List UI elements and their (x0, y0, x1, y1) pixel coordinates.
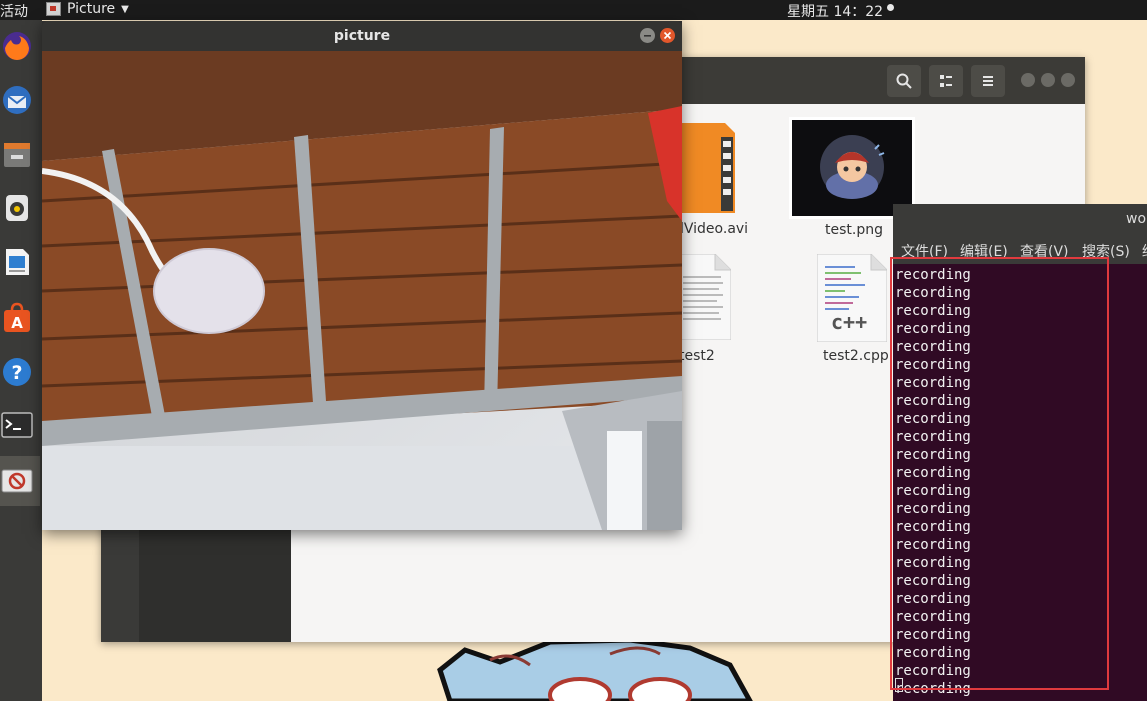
files-icon[interactable] (1, 138, 33, 170)
close-button[interactable] (660, 28, 675, 43)
dock: A ? (0, 20, 42, 701)
video-file-icon (675, 123, 735, 213)
svg-text:?: ? (11, 362, 22, 384)
minimize-icon (644, 35, 651, 37)
top-panel: 活动 Picture ▼ 星期五 14：22 (0, 0, 1147, 20)
terminal-icon[interactable] (1, 410, 33, 442)
search-button[interactable] (887, 65, 921, 97)
file-item-text[interactable]: test2 (677, 254, 757, 364)
close-button[interactable] (1061, 73, 1075, 87)
app-menu[interactable]: Picture ▼ (46, 1, 129, 17)
close-icon (663, 31, 672, 40)
hamburger-icon (983, 76, 993, 86)
firefox-icon[interactable] (1, 30, 33, 62)
app-menu-label: Picture (67, 1, 116, 17)
software-center-icon[interactable]: A (1, 302, 33, 334)
file-item-video[interactable]: dVideo.avi (675, 123, 785, 237)
maximize-button[interactable] (1041, 73, 1055, 87)
picture-window: picture (42, 21, 682, 530)
minimize-button[interactable] (1021, 73, 1035, 87)
rhythmbox-icon[interactable] (1, 192, 33, 224)
terminal-titlebar[interactable]: wo (893, 204, 1147, 235)
camera-feed-image (42, 51, 682, 530)
clock[interactable]: 星期五 14：22 (787, 1, 883, 21)
libreoffice-writer-icon[interactable] (1, 246, 33, 278)
picture-app-icon[interactable] (1, 464, 33, 496)
window-title: picture (333, 28, 391, 44)
list-view-icon (940, 75, 952, 87)
chevron-down-icon: ▼ (121, 3, 129, 15)
thunderbird-icon[interactable] (1, 84, 33, 116)
text-file-icon (677, 254, 731, 340)
file-name: test2 (679, 348, 715, 364)
picture-app-icon (46, 2, 61, 16)
highlight-box (890, 257, 1109, 690)
menu-button[interactable] (971, 65, 1005, 97)
terminal-title: wo (1126, 211, 1147, 227)
view-options-button[interactable] (929, 65, 963, 97)
search-icon (896, 73, 912, 89)
menu-terminal[interactable]: 终 (1142, 241, 1147, 261)
file-name: test2.cpp (823, 348, 889, 364)
file-name: dVideo.avi (675, 221, 749, 237)
cpp-badge: c++ (831, 310, 868, 334)
notification-dot-icon (887, 4, 894, 11)
file-item-cpp[interactable]: c++ test2.cpp (817, 254, 897, 364)
minimize-button[interactable] (640, 28, 655, 43)
wallpaper-figure (437, 640, 753, 701)
window-titlebar[interactable]: picture (42, 21, 682, 51)
svg-text:A: A (11, 314, 23, 332)
activities-button[interactable]: 活动 (0, 1, 28, 21)
help-icon[interactable]: ? (1, 356, 33, 388)
